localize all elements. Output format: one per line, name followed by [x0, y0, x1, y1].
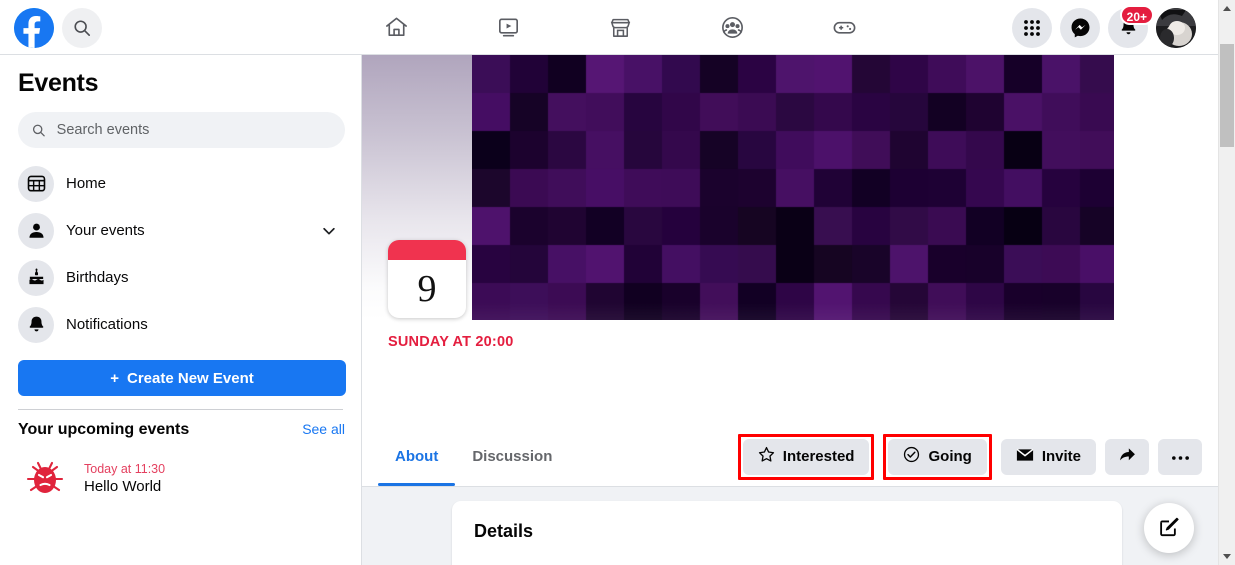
sidebar-title: Events	[18, 69, 99, 97]
marketplace-icon	[610, 18, 630, 37]
create-new-event-button[interactable]: + Create New Event	[18, 360, 346, 396]
scroll-thumb[interactable]	[1220, 44, 1234, 147]
nav-marketplace[interactable]	[591, 4, 649, 51]
home-icon	[385, 17, 407, 37]
event-tab-row: About Discussion Interested Going Invite	[362, 427, 1218, 487]
list-item-text: Today at 11:30 Hello World	[84, 462, 165, 495]
share-arrow-icon	[1118, 445, 1137, 468]
sidebar-item-label: Notifications	[66, 316, 148, 333]
page-scrollbar[interactable]	[1218, 0, 1235, 565]
search-icon	[74, 19, 91, 36]
profile-avatar[interactable]	[1156, 7, 1196, 48]
create-new-event-label: Create New Event	[127, 369, 254, 387]
chevron-down-icon	[1223, 554, 1231, 559]
topbar-nav-group	[340, 0, 900, 55]
going-label: Going	[928, 448, 972, 465]
sidebar-item-label: Birthdays	[66, 269, 129, 286]
share-button[interactable]	[1105, 438, 1149, 475]
plus-icon: +	[110, 369, 120, 387]
nav-watch[interactable]	[479, 4, 537, 51]
facebook-logo[interactable]	[14, 7, 54, 48]
scroll-down-button[interactable]	[1219, 548, 1235, 565]
event-main-content: 9 SUNDAY AT 20:00 About Discussion Inter…	[362, 55, 1218, 565]
event-date-block: 9 SUNDAY AT 20:00	[388, 240, 688, 350]
calendar-day-number: 9	[417, 268, 437, 310]
notifications-badge: 20+	[1119, 4, 1154, 25]
sidebar-item-label: Your events	[66, 222, 145, 239]
envelope-icon	[1016, 447, 1034, 467]
event-details-section: Details	[362, 487, 1218, 565]
sidebar-item-notifications[interactable]: Notifications	[8, 301, 353, 348]
invite-button[interactable]: Invite	[1000, 438, 1096, 475]
invite-label: Invite	[1041, 448, 1081, 465]
video-icon	[498, 18, 518, 37]
sidebar-nav: Home Your events Birthdays Notifications	[0, 160, 361, 348]
tab-about[interactable]: About	[378, 427, 456, 486]
events-sidebar: Events Home	[0, 55, 362, 565]
upcoming-events-header: Your upcoming events See all	[18, 421, 345, 439]
bell-icon	[18, 306, 54, 343]
list-item[interactable]: Today at 11:30 Hello World	[8, 447, 353, 509]
interested-highlight-box: Interested	[737, 433, 875, 480]
calendar-badge: 9	[388, 240, 466, 318]
sidebar-item-home[interactable]: Home	[8, 160, 353, 207]
star-icon	[758, 446, 775, 467]
going-button[interactable]: Going	[888, 438, 987, 475]
going-highlight-box: Going	[883, 433, 992, 480]
event-time: Today at 11:30	[84, 461, 166, 476]
cake-icon	[18, 259, 54, 296]
sidebar-item-label: Home	[66, 175, 107, 192]
chevron-up-icon	[1223, 6, 1231, 11]
facebook-events-page: 20+ Events Search events Home Your event…	[0, 0, 1235, 565]
notifications-button[interactable]: 20+	[1108, 4, 1154, 48]
edit-pencil-icon	[1158, 516, 1180, 541]
nav-home[interactable]	[367, 4, 425, 51]
scroll-up-button[interactable]	[1219, 0, 1235, 17]
search-button[interactable]	[62, 7, 102, 48]
nav-groups[interactable]	[703, 4, 761, 51]
event-action-buttons: Interested Going Invite	[737, 427, 1202, 486]
grid-menu-icon	[1024, 19, 1040, 36]
sidebar-item-your-events[interactable]: Your events	[8, 207, 353, 254]
tab-discussion[interactable]: Discussion	[455, 427, 569, 486]
nav-gaming[interactable]	[815, 4, 873, 51]
topbar-right-group: 20+	[1012, 0, 1196, 55]
interested-button[interactable]: Interested	[742, 438, 870, 475]
messenger-button[interactable]	[1060, 7, 1100, 48]
calendar-badge-top	[388, 240, 466, 260]
event-datetime-text: SUNDAY AT 20:00	[388, 334, 514, 350]
details-card: Details	[452, 501, 1122, 565]
see-all-link[interactable]: See all	[302, 421, 345, 437]
details-title: Details	[474, 521, 534, 541]
menu-button[interactable]	[1012, 7, 1052, 48]
event-title: Hello World	[84, 477, 162, 495]
person-icon	[18, 212, 54, 249]
interested-label: Interested	[782, 448, 855, 465]
bug-icon	[18, 453, 72, 503]
check-circle-icon	[903, 446, 920, 467]
event-tabs: About Discussion	[378, 427, 569, 486]
gaming-icon	[833, 21, 855, 34]
more-options-button[interactable]	[1158, 438, 1202, 475]
search-events-field[interactable]	[18, 112, 345, 148]
top-navigation-bar: 20+	[0, 0, 1218, 55]
groups-icon	[721, 17, 743, 38]
messenger-icon	[1071, 18, 1089, 38]
upcoming-events-title: Your upcoming events	[18, 421, 190, 438]
sidebar-item-birthdays[interactable]: Birthdays	[8, 254, 353, 301]
sidebar-divider	[18, 409, 343, 410]
search-input[interactable]	[54, 121, 331, 139]
search-icon	[32, 124, 45, 136]
edit-event-fab[interactable]	[1144, 503, 1194, 553]
chevron-down-icon[interactable]	[321, 223, 337, 239]
topbar-left-group	[14, 0, 102, 55]
calendar-grid-icon	[18, 165, 54, 202]
ellipsis-icon	[1171, 448, 1190, 465]
